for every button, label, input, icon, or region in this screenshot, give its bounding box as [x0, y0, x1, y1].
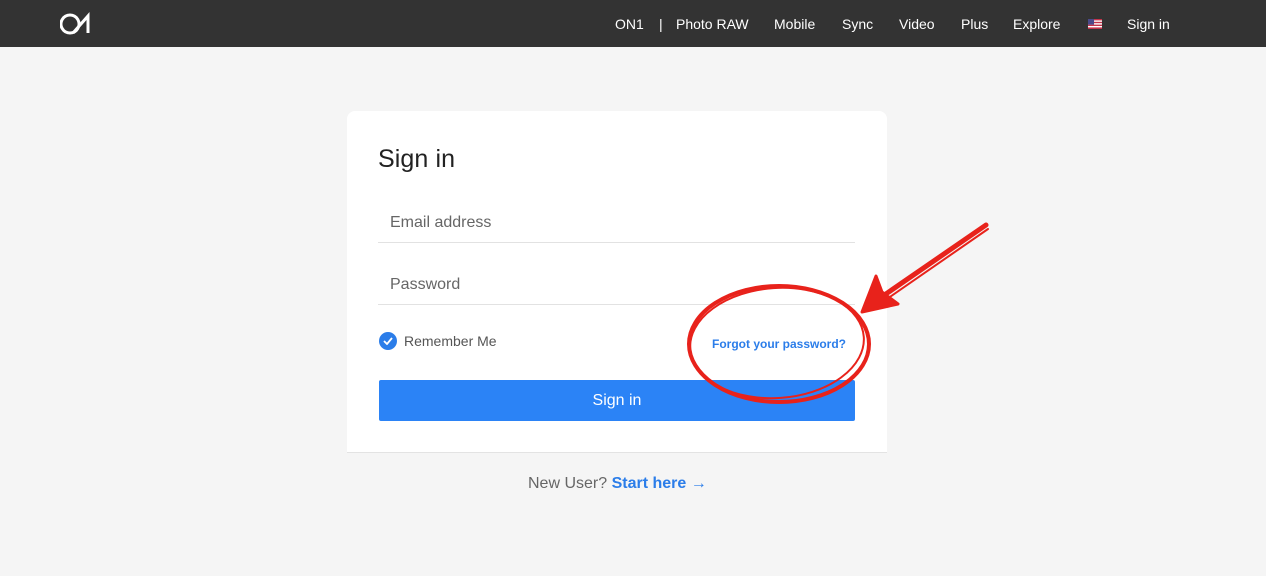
sign-in-button[interactable]: Sign in: [379, 380, 855, 421]
remember-me-checkbox[interactable]: Remember Me: [379, 332, 497, 350]
nav-photo-raw[interactable]: Photo RAW: [676, 16, 749, 32]
checkmark-icon: [379, 332, 397, 350]
page-title: Sign in: [378, 145, 456, 173]
us-flag-icon[interactable]: [1088, 19, 1102, 29]
nav-plus[interactable]: Plus: [961, 16, 988, 32]
password-field[interactable]: [378, 265, 855, 305]
email-field[interactable]: [378, 203, 855, 243]
new-user-text: New User?: [528, 475, 608, 492]
sign-in-card: Sign in Remember Me Forgot your password…: [347, 111, 887, 453]
annotation-arrow-shaft: [877, 222, 989, 301]
nav-separator: |: [659, 16, 663, 32]
nav-mobile[interactable]: Mobile: [774, 16, 815, 32]
on1-logo[interactable]: [60, 12, 94, 36]
nav-video[interactable]: Video: [899, 16, 935, 32]
nav-explore[interactable]: Explore: [1013, 16, 1060, 32]
top-nav-bar: ON1 | Photo RAW Mobile Sync Video Plus E…: [0, 0, 1266, 47]
nav-on1[interactable]: ON1: [615, 16, 644, 32]
remember-me-label: Remember Me: [404, 333, 497, 349]
forgot-password-link[interactable]: Forgot your password?: [712, 337, 846, 351]
nav-sync[interactable]: Sync: [842, 16, 873, 32]
nav-sign-in[interactable]: Sign in: [1127, 16, 1170, 32]
start-here-link[interactable]: Start here →: [612, 475, 707, 492]
